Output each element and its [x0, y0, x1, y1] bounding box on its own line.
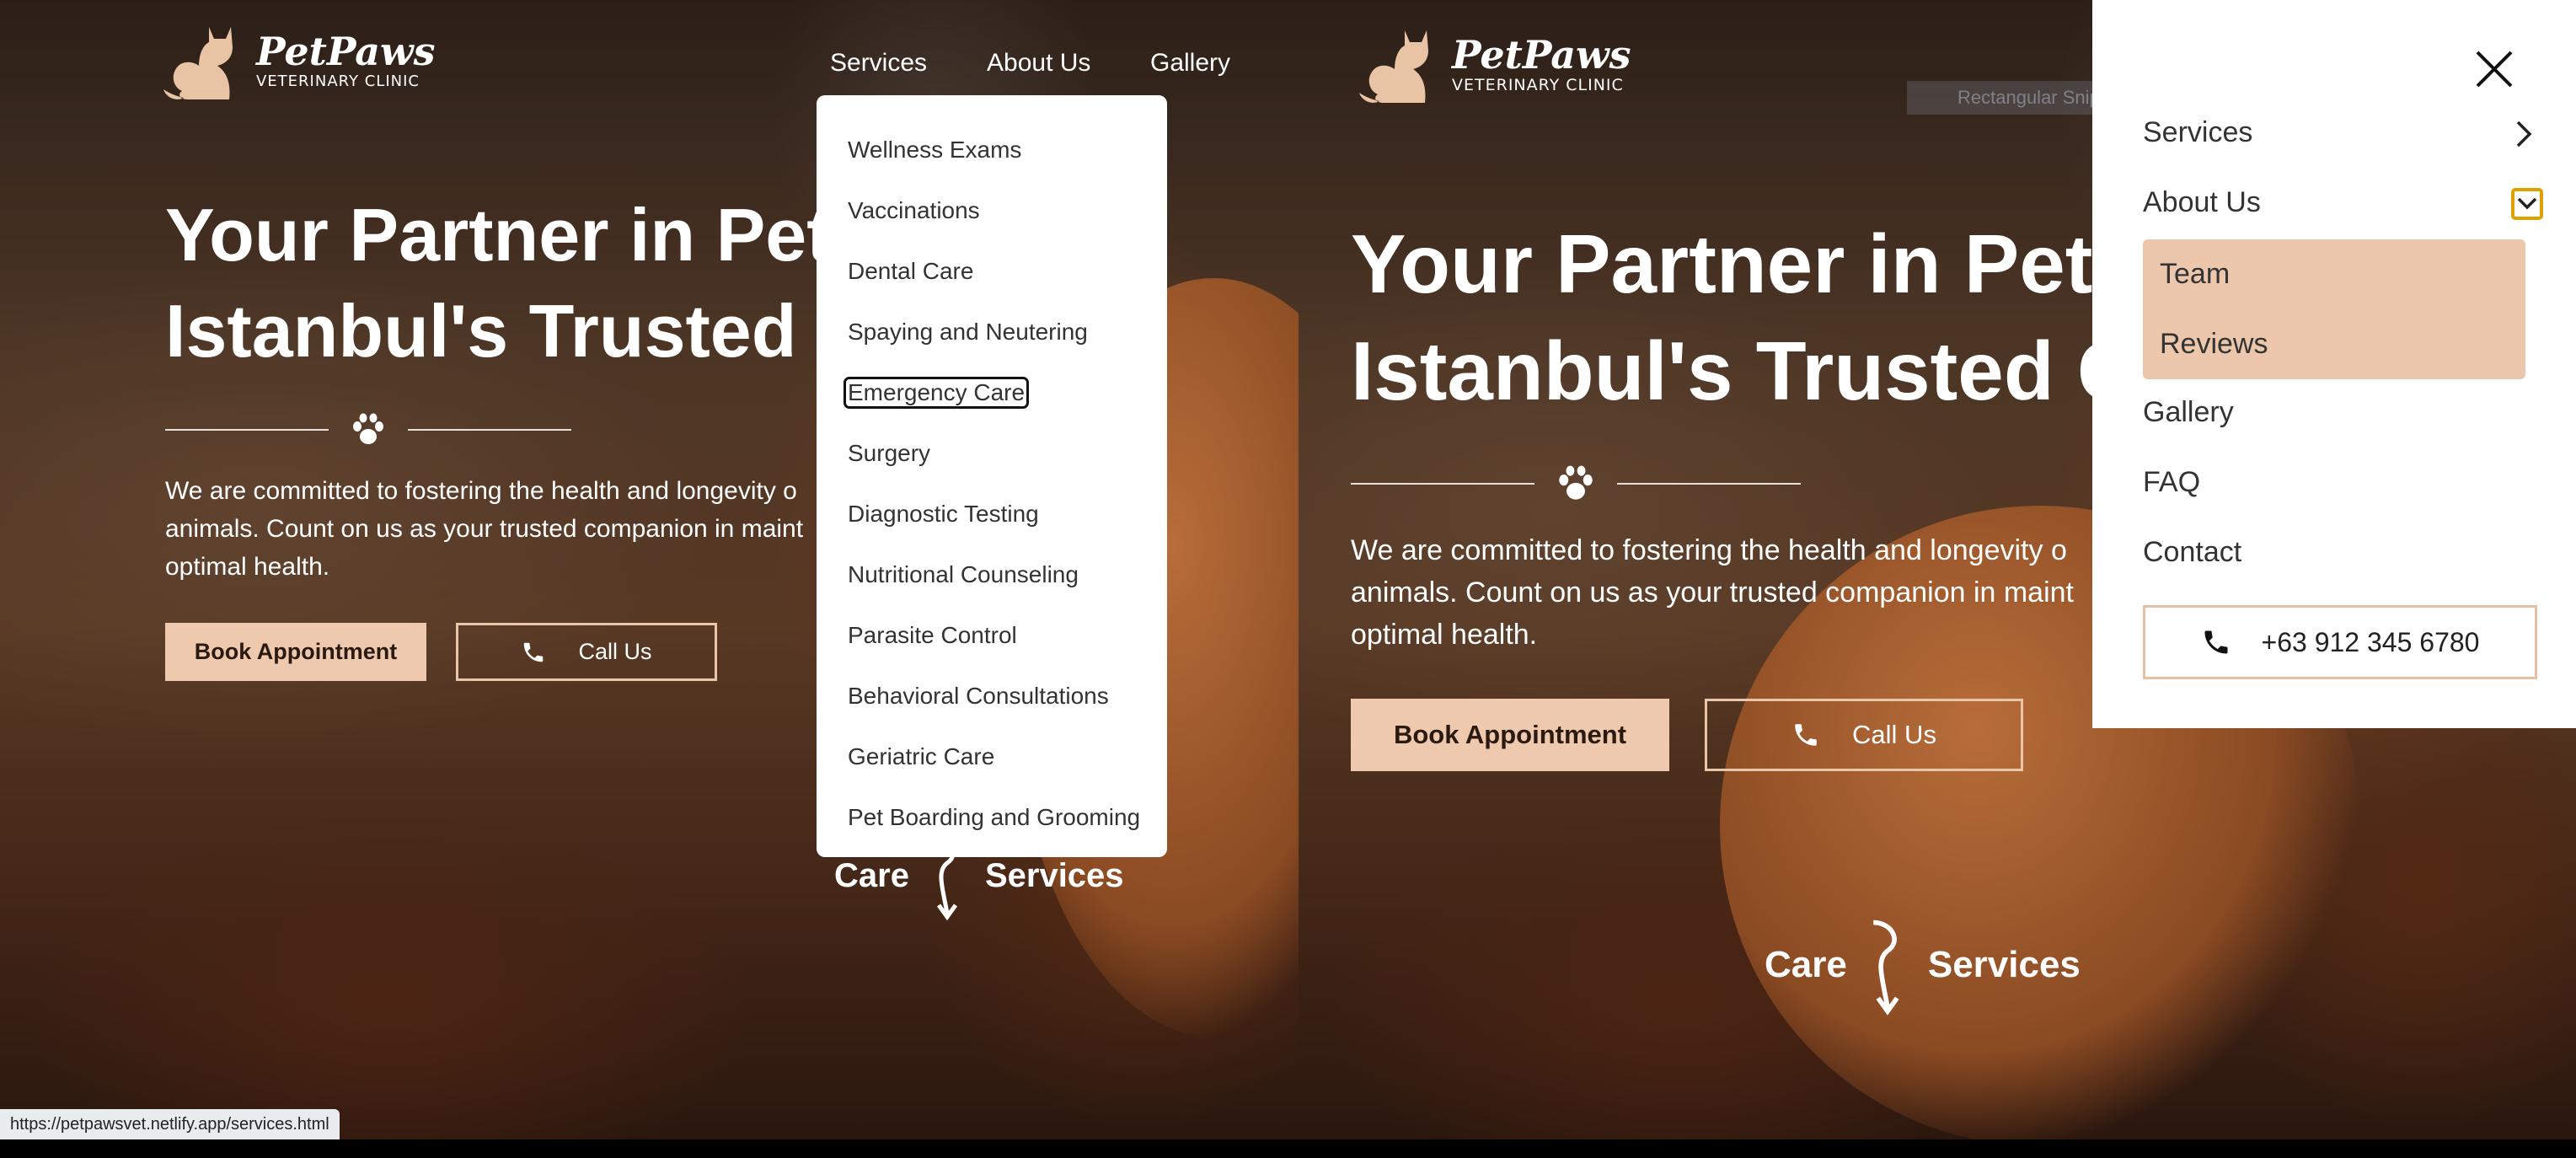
status-bar-url: https://petpawsvet.netlify.app/services.…	[0, 1109, 340, 1139]
call-us-label: Call Us	[578, 639, 652, 664]
brand-name: PetPaws	[256, 29, 436, 75]
book-appointment-button[interactable]: Book Appointment	[1351, 699, 1669, 771]
brand-name: PetPaws	[1452, 31, 1631, 78]
dropdown-item[interactable]: Geriatric Care	[817, 726, 1167, 787]
phone-number: +63 912 345 6780	[2261, 626, 2480, 657]
checkbox-icon[interactable]	[2510, 187, 2544, 221]
cat-logo-icon	[163, 27, 233, 99]
submenu-item-reviews[interactable]: Reviews	[2160, 328, 2268, 361]
chevron-right-icon[interactable]	[2514, 120, 2534, 148]
care-label: Care	[1765, 944, 1847, 985]
dropdown-item[interactable]: Spaying and Neutering	[817, 302, 1167, 362]
mobile-nav-panel: Services About Us Team Reviews Gallery F…	[2092, 0, 2576, 728]
dropdown-item[interactable]: Wellness Exams	[817, 120, 1167, 180]
hero-divider	[1351, 465, 1801, 502]
phone-icon	[1795, 724, 1817, 746]
dropdown-item[interactable]: Behavioral Consultations	[817, 666, 1167, 726]
bottom-edge-bar	[0, 1139, 2576, 1158]
dropdown-item[interactable]: Pet Boarding and Grooming	[817, 787, 1167, 848]
mobile-nav-services[interactable]: Services	[2143, 116, 2252, 149]
paw-icon	[353, 413, 383, 444]
dropdown-item[interactable]: Nutritional Counseling	[817, 544, 1167, 605]
desktop-view-pane: PetPaws VETERINARY CLINIC Services About…	[0, 0, 1299, 1139]
care-services-mark: Care Services	[1765, 910, 2081, 1020]
mobile-nav-about-us[interactable]: About Us	[2143, 186, 2261, 219]
brand-logo[interactable]: PetPaws VETERINARY CLINIC	[158, 22, 436, 103]
call-us-label: Call Us	[1852, 720, 1936, 749]
dropdown-item[interactable]: Surgery	[817, 423, 1167, 484]
dropdown-item[interactable]: Dental Care	[817, 241, 1167, 302]
close-icon[interactable]	[2474, 49, 2514, 89]
mobile-nav-faq[interactable]: FAQ	[2143, 466, 2200, 499]
brand-logo[interactable]: PetPaws VETERINARY CLINIC	[1354, 25, 1631, 106]
nav-gallery[interactable]: Gallery	[1150, 49, 1230, 78]
submenu-item-team[interactable]: Team	[2160, 258, 2230, 291]
services-dropdown-menu: Wellness Exams Vaccinations Dental Care …	[817, 95, 1167, 857]
hero-title: Your Partner in Pet Istanbul's Trusted C	[1351, 217, 2137, 418]
nav-about-us[interactable]: About Us	[987, 49, 1090, 78]
dropdown-item[interactable]: Diagnostic Testing	[817, 484, 1167, 544]
care-label: Care	[834, 856, 909, 894]
nav-services[interactable]: Services	[830, 49, 927, 78]
care-arrow-icon	[1872, 919, 1899, 1016]
hero-title: Your Partner in Pet Istanbul's Trusted C	[165, 193, 871, 373]
dropdown-item[interactable]: Parasite Control	[817, 605, 1167, 666]
mobile-nav-contact[interactable]: Contact	[2143, 536, 2241, 569]
book-appointment-button[interactable]: Book Appointment	[165, 623, 426, 681]
about-us-submenu: Team Reviews	[2143, 239, 2525, 379]
call-us-button[interactable]: Call Us	[456, 623, 717, 681]
dropdown-item[interactable]: Vaccinations	[817, 180, 1167, 241]
paw-icon	[1559, 465, 1593, 500]
services-label: Services	[1927, 944, 2081, 985]
brand-subtitle: VETERINARY CLINIC	[256, 72, 420, 91]
services-label: Services	[984, 856, 1124, 894]
hero-description: We are committed to fostering the health…	[1351, 534, 2075, 651]
phone-icon	[524, 642, 544, 662]
brand-subtitle: VETERINARY CLINIC	[1452, 75, 1624, 94]
phone-icon	[2204, 630, 2228, 654]
phone-call-button[interactable]: +63 912 345 6780	[2143, 605, 2537, 679]
hero-description: We are committed to fostering the health…	[165, 477, 804, 581]
dropdown-item-focused[interactable]: Emergency Care	[817, 362, 1167, 423]
mobile-nav-gallery[interactable]: Gallery	[2143, 396, 2234, 429]
call-us-button[interactable]: Call Us	[1705, 699, 2023, 771]
hero-divider	[165, 413, 571, 447]
cat-logo-icon	[1359, 30, 1428, 103]
